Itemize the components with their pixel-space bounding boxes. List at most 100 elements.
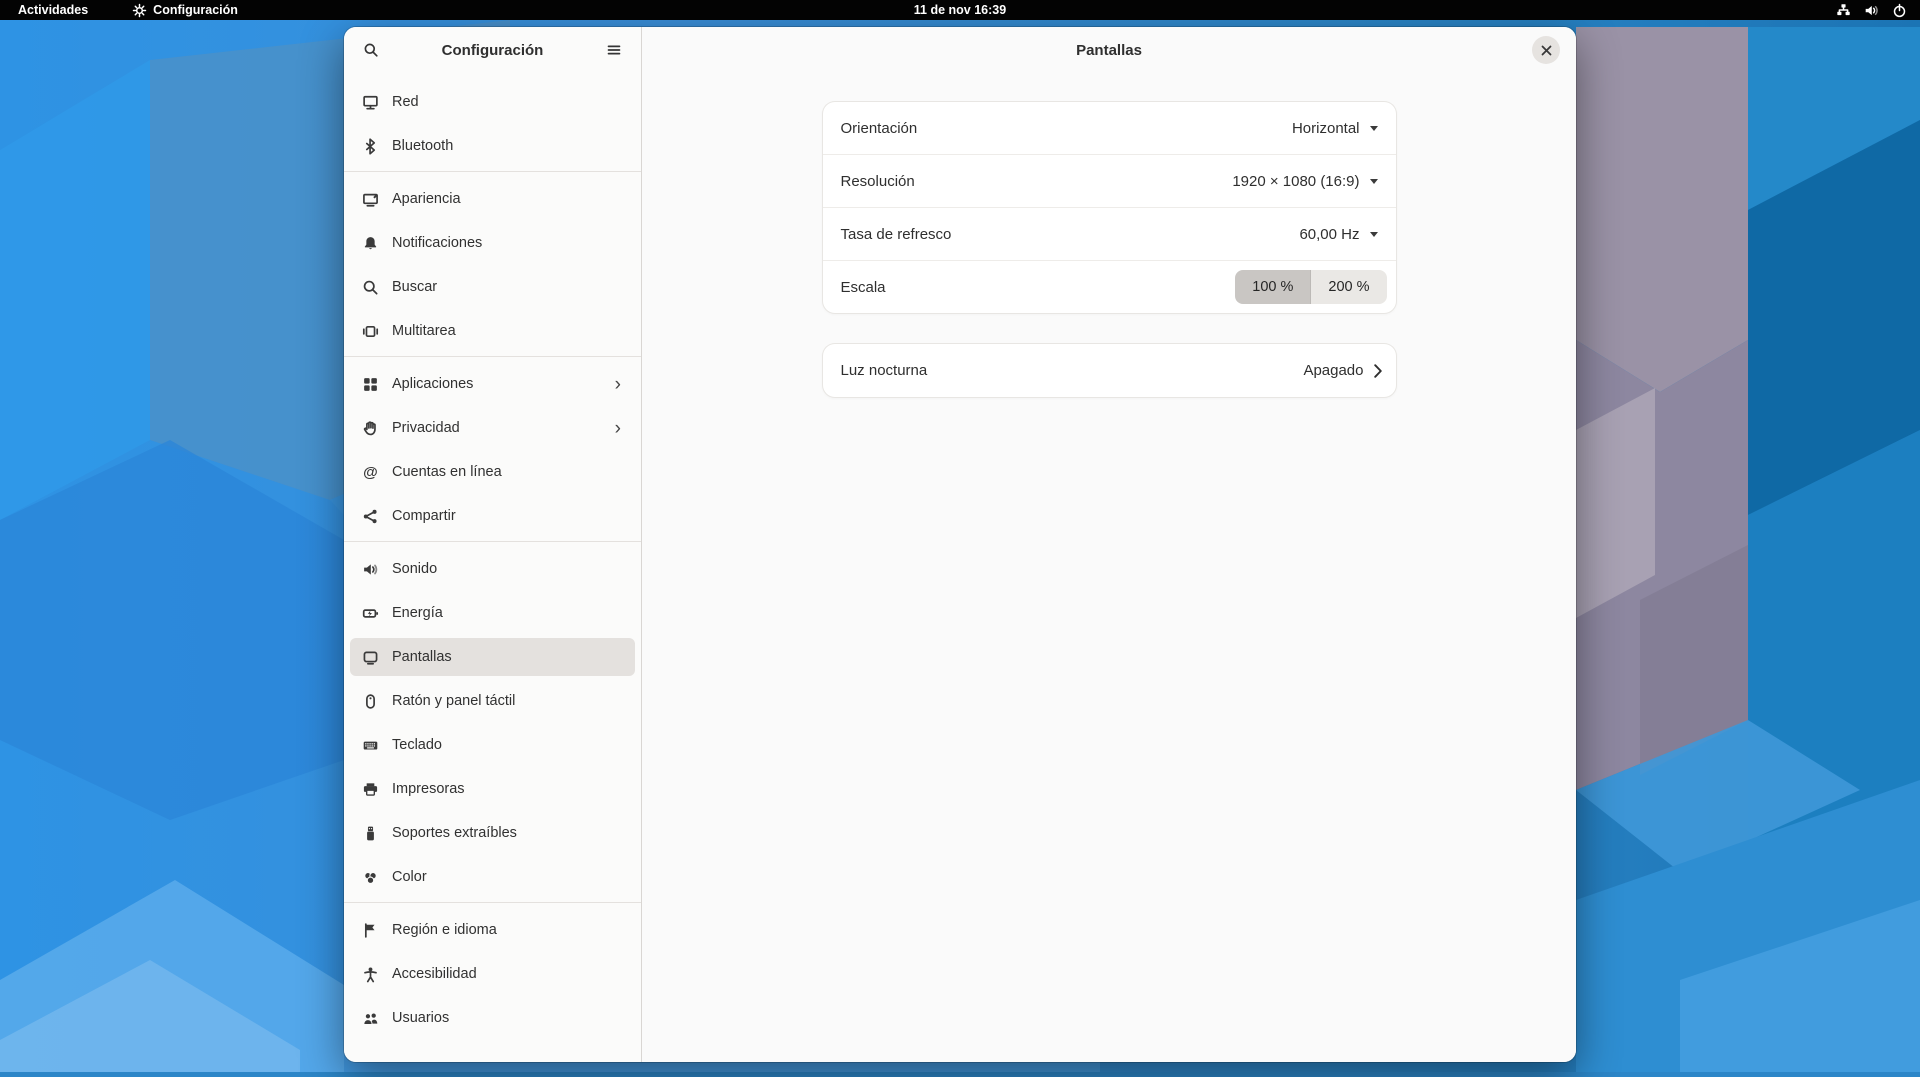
display-settings-card: Orientación Horizontal Resolución 1920 ×…	[823, 102, 1396, 313]
sidebar-item-label: Energía	[392, 605, 443, 621]
resolution-value: 1920 × 1080 (16:9)	[1232, 173, 1359, 190]
night-light-row[interactable]: Luz nocturna Apagado	[823, 344, 1396, 397]
hamburger-icon	[606, 42, 622, 58]
sidebar-item-color[interactable]: Color	[350, 858, 635, 896]
clock[interactable]: 11 de nov 16:39	[0, 3, 1920, 17]
sidebar-item-impresoras[interactable]: Impresoras	[350, 770, 635, 808]
sidebar-item-buscar[interactable]: Buscar	[350, 268, 635, 306]
sidebar-item-label: Soportes extraíbles	[392, 825, 517, 841]
sidebar-item-red[interactable]: Red	[350, 83, 635, 121]
scale-100-button[interactable]: 100 %	[1235, 270, 1310, 304]
sidebar-item-soportes-extraibles[interactable]: Soportes extraíbles	[350, 814, 635, 852]
at-icon: @	[362, 464, 379, 481]
color-icon	[362, 869, 379, 886]
sidebar-item-pantallas[interactable]: Pantallas	[350, 638, 635, 676]
sidebar-item-label: Apariencia	[392, 191, 461, 207]
search-icon	[363, 42, 379, 58]
refresh-rate-value: 60,00 Hz	[1299, 226, 1359, 243]
sidebar-item-label: Bluetooth	[392, 138, 453, 154]
sidebar-item-bluetooth[interactable]: Bluetooth	[350, 127, 635, 165]
sidebar-item-apariencia[interactable]: Apariencia	[350, 180, 635, 218]
sidebar-item-label: Impresoras	[392, 781, 465, 797]
sidebar-item-privacidad[interactable]: Privacidad ›	[350, 409, 635, 447]
sidebar-item-label: Buscar	[392, 279, 437, 295]
sidebar-item-label: Notificaciones	[392, 235, 482, 251]
night-light-card: Luz nocturna Apagado	[823, 344, 1396, 397]
sidebar-item-energia[interactable]: Energía	[350, 594, 635, 632]
resolution-row[interactable]: Resolución 1920 × 1080 (16:9)	[823, 154, 1396, 207]
sidebar-item-accesibilidad[interactable]: Accesibilidad	[350, 955, 635, 993]
top-bar: Actividades Configuración 11 de nov 16:3…	[0, 0, 1920, 20]
bluetooth-icon	[362, 138, 379, 155]
users-icon	[362, 1010, 379, 1027]
sidebar-divider	[344, 356, 641, 357]
gear-icon	[132, 3, 147, 18]
sidebar-item-region-e-idioma[interactable]: Región e idioma	[350, 911, 635, 949]
settings-sidebar: Configuración Red Bluetooth	[344, 27, 642, 1062]
close-icon	[1541, 45, 1552, 56]
chevron-right-icon: ›	[615, 375, 623, 394]
flag-icon	[362, 922, 379, 939]
chevron-right-icon	[1374, 364, 1382, 378]
close-button[interactable]	[1532, 36, 1560, 64]
chevron-down-icon	[1370, 232, 1378, 237]
sidebar-item-notificaciones[interactable]: Notificaciones	[350, 224, 635, 262]
sidebar-divider	[344, 541, 641, 542]
sidebar-item-sonido[interactable]: Sonido	[350, 550, 635, 588]
scale-200-button[interactable]: 200 %	[1310, 270, 1386, 304]
refresh-rate-row[interactable]: Tasa de refresco 60,00 Hz	[823, 207, 1396, 260]
settings-window: Configuración Red Bluetooth	[344, 27, 1576, 1062]
system-status-area[interactable]	[1836, 3, 1907, 18]
sidebar-item-raton-y-panel-tactil[interactable]: Ratón y panel táctil	[350, 682, 635, 720]
sidebar-list: Red Bluetooth Apariencia Notifi	[344, 73, 641, 1062]
activities-button[interactable]: Actividades	[18, 3, 88, 17]
mouse-icon	[362, 693, 379, 710]
volume-icon	[1864, 3, 1879, 18]
app-menu-label: Configuración	[153, 3, 238, 17]
scale-row: Escala 100 % 200 %	[823, 260, 1396, 313]
sidebar-item-aplicaciones[interactable]: Aplicaciones ›	[350, 365, 635, 403]
main-menu-button[interactable]	[599, 35, 629, 65]
appearance-icon	[362, 191, 379, 208]
sidebar-item-multitarea[interactable]: Multitarea	[350, 312, 635, 350]
scale-segmented-control: 100 % 200 %	[1235, 270, 1386, 304]
main-headerbar: Pantallas	[642, 27, 1576, 73]
sidebar-title: Configuración	[386, 42, 599, 59]
network-wired-icon	[1836, 3, 1851, 18]
orientation-label: Orientación	[841, 120, 1292, 137]
scale-label: Escala	[841, 279, 1236, 296]
share-icon	[362, 508, 379, 525]
sidebar-item-label: Sonido	[392, 561, 437, 577]
sidebar-item-label: Aplicaciones	[392, 376, 473, 392]
sidebar-item-label: Privacidad	[392, 420, 460, 436]
displays-panel: Pantallas Orientación Horizontal Resoluc…	[642, 27, 1576, 1062]
sidebar-item-label: Teclado	[392, 737, 442, 753]
sidebar-item-compartir[interactable]: Compartir	[350, 497, 635, 535]
power-icon	[1892, 3, 1907, 18]
battery-icon	[362, 605, 379, 622]
night-light-label: Luz nocturna	[841, 362, 1304, 379]
printer-icon	[362, 781, 379, 798]
refresh-rate-label: Tasa de refresco	[841, 226, 1300, 243]
sidebar-divider	[344, 902, 641, 903]
orientation-value: Horizontal	[1292, 120, 1360, 137]
sidebar-item-label: Accesibilidad	[392, 966, 477, 982]
speaker-icon	[362, 561, 379, 578]
sidebar-item-teclado[interactable]: Teclado	[350, 726, 635, 764]
focused-app-menu[interactable]: Configuración	[132, 3, 238, 18]
sidebar-item-usuarios[interactable]: Usuarios	[350, 999, 635, 1037]
orientation-row[interactable]: Orientación Horizontal	[823, 102, 1396, 154]
chevron-down-icon	[1370, 179, 1378, 184]
sidebar-item-label: Pantallas	[392, 649, 452, 665]
panel-content: Orientación Horizontal Resolución 1920 ×…	[642, 73, 1576, 397]
bell-icon	[362, 235, 379, 252]
sidebar-item-label: Red	[392, 94, 419, 110]
sidebar-item-label: Multitarea	[392, 323, 456, 339]
sidebar-item-label: Usuarios	[392, 1010, 449, 1026]
sidebar-item-label: Compartir	[392, 508, 456, 524]
sidebar-item-cuentas-en-linea[interactable]: @ Cuentas en línea	[350, 453, 635, 491]
sidebar-divider	[344, 171, 641, 172]
search-button[interactable]	[356, 35, 386, 65]
page-title: Pantallas	[1076, 42, 1142, 59]
search-icon	[362, 279, 379, 296]
